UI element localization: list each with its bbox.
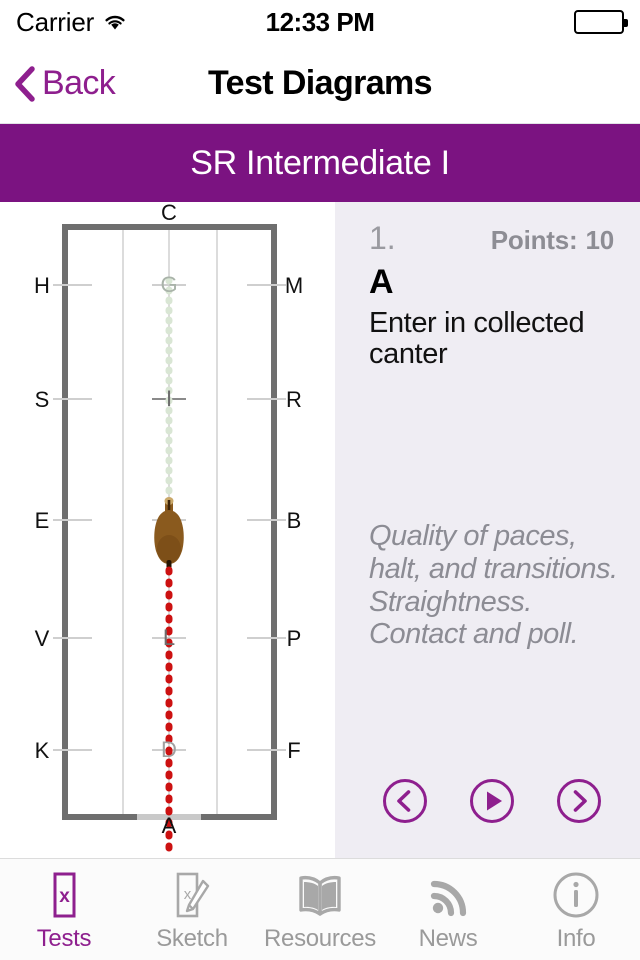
- back-label: Back: [42, 64, 116, 102]
- movement-detail-panel: 1. Points: 10 A Enter in collected canter…: [335, 202, 640, 858]
- arena-letter-D: D: [161, 737, 177, 762]
- arena-letter-M: M: [285, 273, 303, 298]
- test-name-label: SR Intermediate I: [190, 143, 450, 182]
- arena-letter-E: E: [35, 508, 50, 533]
- arena-letter-B: B: [287, 508, 302, 533]
- dressage-arena-diagram[interactable]: H S E V K M R B P F C G I L D A: [0, 202, 335, 858]
- arena-letter-L: L: [163, 625, 175, 650]
- open-book-icon: [294, 869, 346, 921]
- arena-letter-F: F: [287, 738, 300, 763]
- previous-move-button[interactable]: [382, 778, 428, 824]
- tab-label-tests: Tests: [36, 925, 92, 952]
- movement-directives: Quality of paces, halt, and transitions.…: [369, 520, 618, 651]
- tab-label-sketch: Sketch: [156, 925, 228, 952]
- arena-letter-P: P: [287, 626, 302, 651]
- tab-resources[interactable]: Resources: [256, 869, 384, 953]
- navigation-bar: Back Test Diagrams: [0, 44, 640, 124]
- points-value: 10: [585, 225, 614, 255]
- tab-sketch[interactable]: x Sketch: [128, 869, 256, 953]
- points-block: Points: 10: [491, 225, 614, 256]
- arena-letter-I: I: [166, 386, 172, 411]
- status-bar: Carrier 12:33 PM: [0, 0, 640, 44]
- arena-letter-V: V: [35, 626, 50, 651]
- tab-label-info: Info: [556, 925, 596, 952]
- arena-letter-H: H: [34, 273, 50, 298]
- arena-letter-C: C: [161, 202, 177, 225]
- tab-info[interactable]: Info: [512, 869, 640, 953]
- tab-bar: x Tests x Sketch Resources News Info: [0, 858, 640, 960]
- arena-letter-K: K: [35, 738, 50, 763]
- chevron-left-icon: [14, 65, 42, 103]
- movement-instruction: Enter in collected canter: [369, 307, 585, 371]
- back-button[interactable]: Back: [0, 64, 116, 103]
- points-label: Points:: [490, 225, 578, 255]
- arena-letter-A: A: [162, 813, 177, 838]
- tab-news[interactable]: News: [384, 869, 512, 953]
- movement-nav-controls: [361, 778, 622, 824]
- main-content: H S E V K M R B P F C G I L D A 1. Point…: [0, 202, 640, 858]
- next-move-button[interactable]: [556, 778, 602, 824]
- arena-letter-G: G: [160, 272, 177, 297]
- info-circle-icon: [550, 869, 602, 921]
- arena-letter-R: R: [286, 387, 302, 412]
- test-sheet-icon: x: [46, 869, 82, 921]
- status-time: 12:33 PM: [265, 6, 375, 37]
- movement-letter: A: [369, 263, 394, 301]
- battery-full-icon: [574, 10, 628, 34]
- rss-icon: [425, 869, 471, 921]
- tab-tests[interactable]: x Tests: [0, 869, 128, 953]
- svg-text:x: x: [59, 886, 70, 907]
- movement-number: 1.: [369, 220, 396, 256]
- sketch-pencil-icon: x: [170, 869, 214, 921]
- movement-header: 1. Points: 10: [369, 220, 614, 257]
- tab-label-news: News: [418, 925, 478, 952]
- arena-diagram-panel[interactable]: H S E V K M R B P F C G I L D A: [0, 202, 335, 858]
- arena-letter-S: S: [35, 387, 50, 412]
- tab-label-resources: Resources: [263, 925, 376, 952]
- test-name-banner: SR Intermediate I: [0, 124, 640, 202]
- play-button[interactable]: [469, 778, 515, 824]
- status-bar-right: [574, 10, 628, 34]
